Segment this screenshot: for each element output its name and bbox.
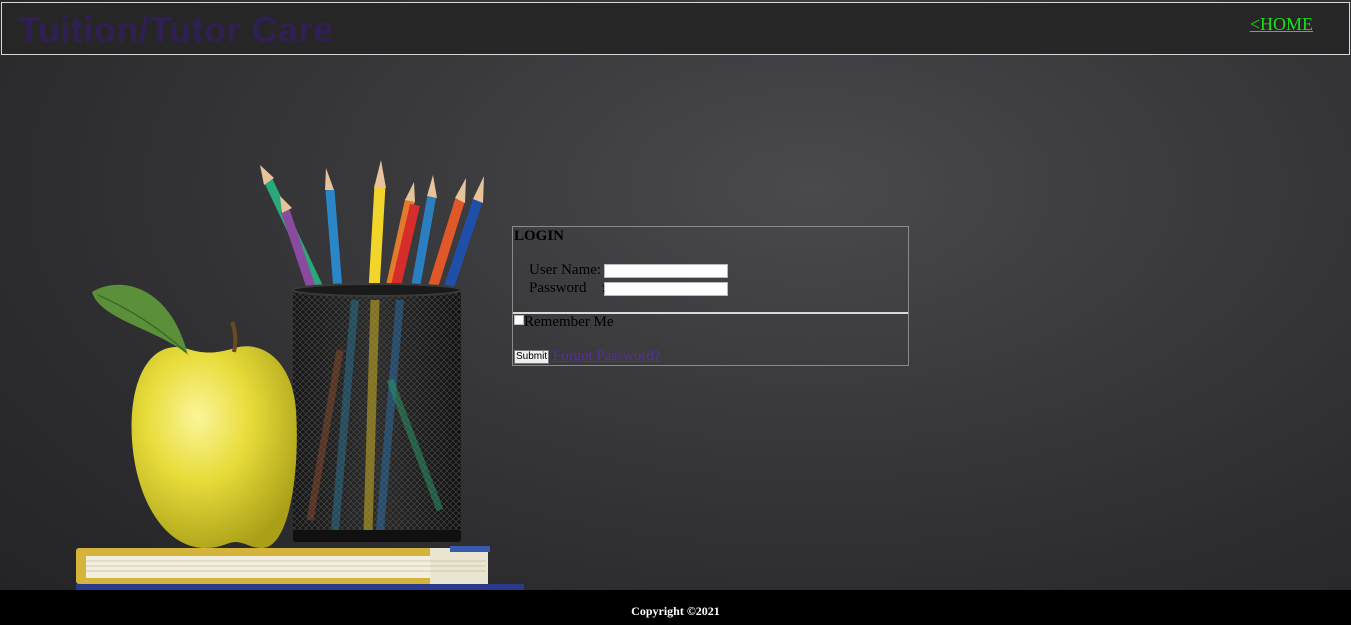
apple-graphic — [92, 284, 297, 548]
brand-title: Tuition/Tutor Care — [18, 9, 334, 50]
form-actions: Submit Forgot Password? — [514, 348, 661, 365]
page: Tuition/Tutor Care <HOME LOGIN User Name… — [0, 0, 1351, 625]
home-link[interactable]: <HOME — [1250, 14, 1313, 35]
password-label: Password : — [529, 280, 606, 296]
password-input[interactable] — [604, 282, 728, 296]
login-form: LOGIN User Name: Password : Remember Me … — [512, 226, 909, 366]
header-bar: Tuition/Tutor Care <HOME — [1, 2, 1350, 55]
login-title: LOGIN — [514, 228, 565, 244]
pencils-graphic — [260, 160, 484, 292]
username-input[interactable] — [604, 264, 728, 278]
submit-button[interactable]: Submit — [514, 350, 550, 364]
remember-me-label: Remember Me — [524, 314, 614, 330]
pencil-cup-graphic — [291, 283, 463, 542]
footer: Copyright ©2021 — [0, 590, 1351, 625]
remember-me-row: Remember Me — [514, 314, 614, 331]
username-label: User Name: — [529, 262, 602, 278]
copyright-text: Copyright ©2021 — [631, 604, 720, 618]
books-graphic — [76, 546, 524, 590]
remember-me-checkbox[interactable] — [514, 315, 524, 325]
forgot-password-link[interactable]: Forgot Password? — [553, 348, 661, 364]
